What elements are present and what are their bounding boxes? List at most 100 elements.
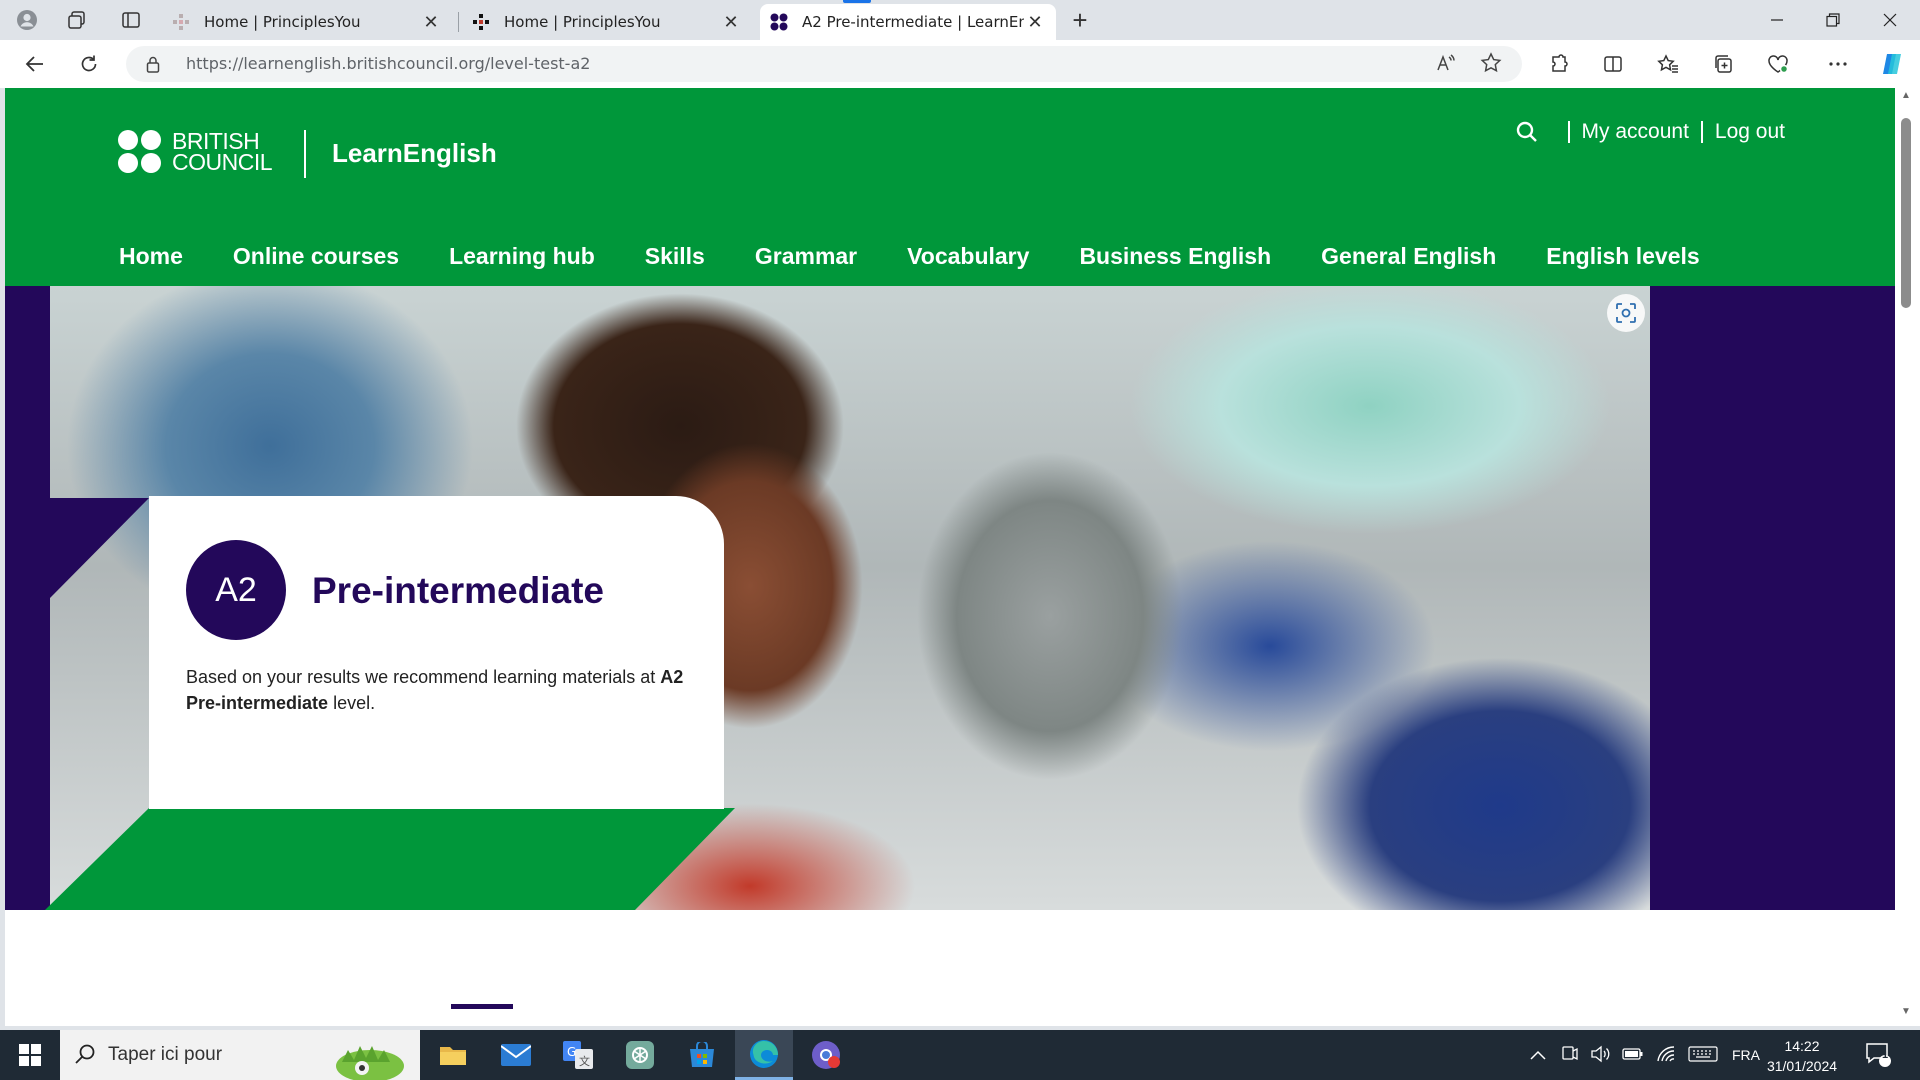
back-button[interactable] xyxy=(18,49,52,79)
more-options-icon[interactable] xyxy=(1822,49,1854,79)
tab-divider xyxy=(458,12,459,32)
main-navigation: Home Online courses Learning hub Skills … xyxy=(119,243,1750,270)
browser-toolbar: https://learnenglish.britishcouncil.org/… xyxy=(0,40,1920,88)
edge-browser-icon[interactable] xyxy=(735,1030,793,1080)
restore-button[interactable] xyxy=(1805,0,1861,40)
chrome-canary-icon[interactable] xyxy=(797,1030,855,1080)
british-council-logo[interactable]: BRITISH COUNCIL xyxy=(118,130,273,175)
level-badge: A2 xyxy=(186,540,286,640)
tab-learnenglish[interactable]: A2 Pre-intermediate | LearnEnglish ✕ xyxy=(760,4,1056,40)
translate-app-icon[interactable]: G文 xyxy=(549,1030,607,1080)
log-out-link[interactable]: Log out xyxy=(1715,120,1785,144)
nav-business-english[interactable]: Business English xyxy=(1079,243,1271,270)
extensions-icon[interactable] xyxy=(1543,49,1575,79)
chatgpt-icon[interactable] xyxy=(611,1030,669,1080)
clock-time: 14:22 xyxy=(1784,1038,1820,1054)
notification-center[interactable]: 1 xyxy=(1865,1030,1893,1080)
volume-icon[interactable] xyxy=(1590,1045,1610,1066)
url-path: /level-test-a2 xyxy=(484,54,591,73)
nav-general-english[interactable]: General English xyxy=(1321,243,1496,270)
lock-icon[interactable] xyxy=(146,55,160,78)
refresh-button[interactable] xyxy=(72,49,106,79)
close-tab-icon[interactable]: ✕ xyxy=(420,11,442,33)
recommendation-text: Based on your results we recommend learn… xyxy=(186,664,686,716)
content-below-hero xyxy=(5,910,1895,1026)
close-tab-icon[interactable]: ✕ xyxy=(720,11,742,33)
web-page-viewport: BRITISH COUNCIL LearnEnglish My account … xyxy=(5,88,1895,1026)
url-host: https://learnenglish.britishcouncil.org xyxy=(186,54,485,73)
hero-banner: A2 Pre-intermediate Based on your result… xyxy=(5,286,1895,910)
tab-title: A2 Pre-intermediate | LearnEnglish xyxy=(802,13,1024,31)
scroll-down-icon[interactable]: ▼ xyxy=(1901,1006,1911,1017)
system-tray: FRA xyxy=(1530,1030,1760,1080)
brand-line-2: COUNCIL xyxy=(172,149,273,175)
keyboard-icon[interactable] xyxy=(1688,1045,1718,1065)
file-explorer-icon[interactable] xyxy=(424,1030,482,1080)
recommendation-text-end: level. xyxy=(328,693,376,713)
mail-icon[interactable] xyxy=(487,1030,545,1080)
collections-icon[interactable] xyxy=(1707,49,1739,79)
split-screen-icon[interactable] xyxy=(1597,49,1629,79)
close-window-button[interactable] xyxy=(1862,0,1918,40)
learnenglish-logo[interactable]: LearnEnglish xyxy=(332,138,497,169)
notification-count: 1 xyxy=(1882,1049,1889,1061)
header-links: My account Log out xyxy=(1516,120,1785,144)
principlesyou-favicon-icon xyxy=(172,13,190,31)
browser-essentials-icon[interactable] xyxy=(1762,49,1794,79)
taskbar-search-box[interactable]: Taper ici pour xyxy=(60,1030,420,1080)
scrollbar-thumb[interactable] xyxy=(1901,118,1911,308)
store-icon[interactable] xyxy=(673,1030,731,1080)
tab-actions-icon[interactable] xyxy=(116,6,146,34)
copilot-icon[interactable] xyxy=(1876,49,1908,79)
header-separator xyxy=(1700,121,1703,143)
nav-learning-hub[interactable]: Learning hub xyxy=(449,243,595,270)
address-bar[interactable]: https://learnenglish.britishcouncil.org/… xyxy=(126,46,1522,82)
logo-divider xyxy=(304,130,306,178)
wifi-icon[interactable] xyxy=(1656,1045,1676,1066)
nav-vocabulary[interactable]: Vocabulary xyxy=(907,243,1029,270)
my-account-link[interactable]: My account xyxy=(1582,120,1689,144)
new-tab-button[interactable]: + xyxy=(1065,5,1095,35)
nav-skills[interactable]: Skills xyxy=(645,243,705,270)
notifications-icon xyxy=(1866,1043,1891,1067)
level-title: Pre-intermediate xyxy=(312,570,604,611)
purple-corner-shape xyxy=(50,498,149,598)
profile-icon[interactable] xyxy=(12,6,42,34)
nav-home[interactable]: Home xyxy=(119,243,183,270)
search-placeholder: Taper ici pour xyxy=(108,1044,223,1065)
read-aloud-icon[interactable] xyxy=(1436,53,1456,78)
page-scrollbar[interactable]: ▲ ▼ xyxy=(1895,88,1920,1026)
principlesyou-favicon-icon xyxy=(472,13,490,31)
brand-wordmark: BRITISH COUNCIL xyxy=(172,130,273,175)
green-ribbon-shape xyxy=(45,808,735,910)
workspaces-icon[interactable] xyxy=(62,6,92,34)
battery-icon[interactable] xyxy=(1622,1047,1644,1064)
search-icon[interactable] xyxy=(1516,121,1538,143)
site-header: BRITISH COUNCIL LearnEnglish My account … xyxy=(5,88,1895,286)
tab-title: Home | PrinciplesYou xyxy=(204,13,361,31)
favorite-star-icon[interactable] xyxy=(1480,52,1502,79)
minimize-button[interactable] xyxy=(1749,0,1805,40)
tab-principlesyou-1[interactable]: Home | PrinciplesYou ✕ xyxy=(162,4,452,40)
search-icon xyxy=(74,1043,96,1070)
start-button[interactable] xyxy=(0,1030,60,1080)
level-result-card: A2 Pre-intermediate Based on your result… xyxy=(149,496,724,809)
tab-principlesyou-2[interactable]: Home | PrinciplesYou ✕ xyxy=(462,4,752,40)
windows-taskbar: Taper ici pour G文 FRA 14:22 31/01/2024 1 xyxy=(0,1030,1920,1080)
nav-online-courses[interactable]: Online courses xyxy=(233,243,399,270)
british-council-favicon-icon xyxy=(770,13,788,31)
svg-text:G: G xyxy=(567,1045,576,1059)
tab-title: Home | PrinciplesYou xyxy=(504,13,661,31)
meet-now-icon[interactable] xyxy=(1560,1045,1578,1066)
close-tab-icon[interactable]: ✕ xyxy=(1024,11,1046,33)
nav-english-levels[interactable]: English levels xyxy=(1546,243,1699,270)
show-hidden-icons-icon[interactable] xyxy=(1530,1047,1546,1063)
clock-date: 31/01/2024 xyxy=(1766,1058,1838,1074)
favorites-icon[interactable] xyxy=(1652,49,1684,79)
nav-grammar[interactable]: Grammar xyxy=(755,243,857,270)
visual-search-icon[interactable] xyxy=(1607,294,1645,332)
recommendation-text-start: Based on your results we recommend learn… xyxy=(186,667,661,687)
taskbar-clock[interactable]: 14:22 31/01/2024 xyxy=(1752,1036,1852,1076)
scroll-up-icon[interactable]: ▲ xyxy=(1901,90,1911,101)
url-text[interactable]: https://learnenglish.britishcouncil.org/… xyxy=(186,54,590,73)
